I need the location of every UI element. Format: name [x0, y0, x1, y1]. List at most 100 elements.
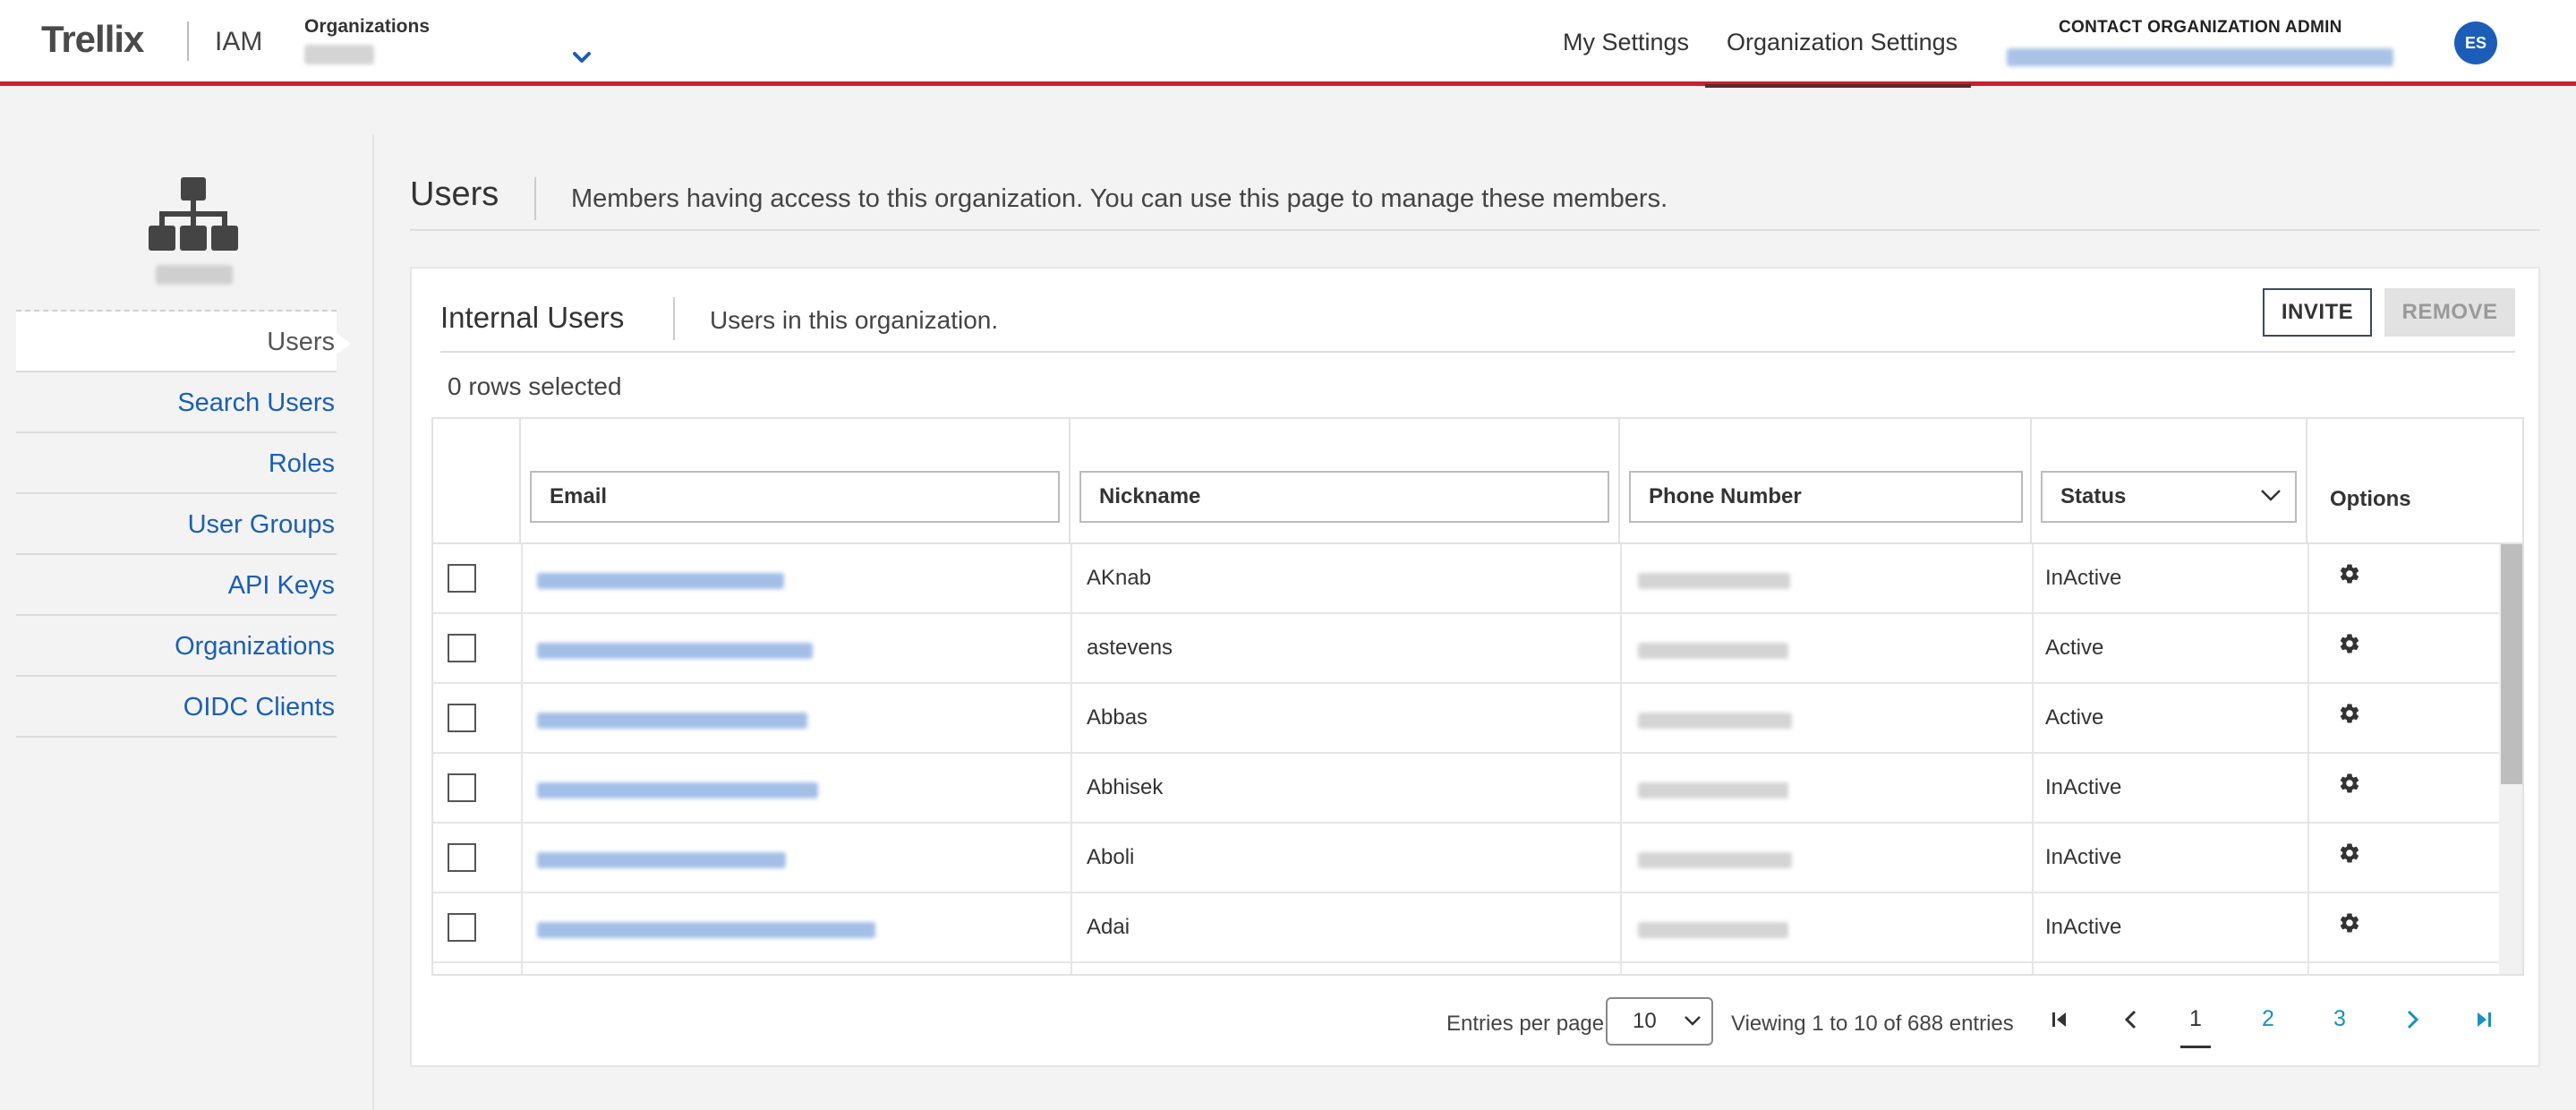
column-divider	[521, 963, 523, 974]
sidebar-item-roles[interactable]: Roles	[16, 433, 337, 494]
avatar[interactable]: ES	[2454, 21, 2497, 64]
contact-admin-email[interactable]	[2007, 48, 2393, 66]
organization-selector-value[interactable]	[304, 45, 374, 64]
row-checkbox[interactable]	[448, 564, 476, 593]
column-divider	[2307, 544, 2309, 614]
column-divider	[2307, 893, 2309, 963]
nickname-cell: Abhisek	[1087, 775, 1164, 799]
table-header: Email Nickname Phone Number Status Optio…	[433, 419, 2522, 544]
column-divider	[1070, 963, 1072, 974]
nav-my-settings[interactable]: My Settings	[1563, 29, 1689, 56]
entries-per-page-select[interactable]: 10	[1606, 997, 1713, 1046]
row-checkbox[interactable]	[448, 843, 476, 872]
contact-admin-title: CONTACT ORGANIZATION ADMIN	[2059, 18, 2342, 37]
status-cell: Active	[2045, 705, 2104, 730]
gear-icon[interactable]	[2338, 841, 2361, 865]
column-divider	[1620, 963, 1622, 974]
last-page-icon[interactable]	[2470, 1004, 2497, 1035]
email-cell[interactable]	[537, 852, 786, 868]
chevron-down-icon	[1685, 1016, 1701, 1026]
header-email-column: Email	[521, 419, 1070, 544]
next-page-icon[interactable]	[2399, 1004, 2426, 1035]
row-checkbox[interactable]	[448, 704, 476, 732]
header-checkbox-column	[433, 419, 521, 544]
page-2-link[interactable]: 2	[2250, 1006, 2286, 1032]
row-checkbox[interactable]	[448, 773, 476, 802]
column-divider	[1620, 893, 1622, 963]
table-scrollbar[interactable]	[2499, 544, 2522, 974]
nav-organization-settings[interactable]: Organization Settings	[1727, 29, 1958, 56]
gear-icon[interactable]	[2338, 772, 2361, 795]
email-cell[interactable]	[537, 782, 818, 798]
column-divider	[2032, 544, 2034, 614]
phone-cell	[1638, 573, 1790, 589]
email-cell[interactable]	[537, 713, 807, 729]
chevron-down-icon[interactable]	[569, 48, 594, 66]
table-row[interactable]: Aboli InActive	[433, 824, 2501, 893]
sidebar-item-api-keys[interactable]: API Keys	[16, 555, 337, 616]
nickname-cell: AKnab	[1087, 566, 1152, 590]
sidebar-item-oidc-clients[interactable]: OIDC Clients	[16, 677, 337, 738]
sidebar-item-users[interactable]: Users	[16, 312, 351, 372]
page-1-link[interactable]: 1	[2178, 1006, 2213, 1032]
status-filter-select[interactable]: Status	[2041, 471, 2297, 523]
viewing-entries-text: Viewing 1 to 10 of 688 entries	[1731, 1012, 2014, 1036]
sidebar-item-organizations[interactable]: Organizations	[16, 616, 337, 677]
users-table: Email Nickname Phone Number Status Optio…	[431, 417, 2524, 976]
card-title-divider	[673, 297, 675, 340]
column-divider	[2032, 754, 2034, 824]
sidebar-nav: Users Search Users Roles User Groups API…	[16, 310, 351, 738]
remove-button[interactable]: REMOVE	[2384, 288, 2515, 337]
table-row[interactable]: Abhisek InActive	[433, 754, 2501, 824]
email-cell[interactable]	[537, 922, 875, 938]
column-divider	[1070, 614, 1072, 684]
rows-selected-count: 0 rows selected	[448, 372, 622, 400]
gear-icon[interactable]	[2338, 632, 2361, 655]
column-divider	[1070, 684, 1072, 754]
column-divider	[521, 893, 523, 963]
sidebar-item-user-groups[interactable]: User Groups	[16, 494, 337, 555]
email-cell[interactable]	[537, 573, 784, 589]
email-filter-input[interactable]: Email	[530, 471, 1060, 523]
card-rule	[440, 351, 2515, 353]
page-title: Users	[410, 175, 499, 213]
table-row[interactable]: Abbas Active	[433, 684, 2501, 754]
trellix-logo[interactable]: Trellix	[41, 18, 144, 61]
column-divider	[521, 614, 523, 684]
entries-per-page-value: 10	[1633, 1009, 1657, 1033]
first-page-icon[interactable]	[2046, 1004, 2073, 1035]
invite-button[interactable]: INVITE	[2263, 288, 2372, 337]
page-3-link[interactable]: 3	[2322, 1006, 2358, 1032]
previous-page-icon[interactable]	[2118, 1004, 2145, 1035]
top-bar: Trellix IAM Organizations My Settings Or…	[0, 0, 2576, 88]
org-hierarchy-icon	[149, 177, 238, 251]
gear-icon[interactable]	[2338, 562, 2361, 585]
column-divider	[1620, 544, 1622, 614]
nickname-filter-input[interactable]: Nickname	[1079, 471, 1609, 523]
card-description: Users in this organization.	[710, 306, 999, 334]
phone-filter-input[interactable]: Phone Number	[1629, 471, 2023, 523]
column-divider	[2307, 684, 2309, 754]
nickname-cell: Aboli	[1087, 845, 1135, 869]
row-checkbox[interactable]	[448, 634, 476, 662]
header-status-column: Status	[2032, 419, 2307, 544]
row-checkbox[interactable]	[448, 913, 476, 942]
table-row[interactable]: astevens Active	[433, 614, 2501, 684]
phone-cell	[1638, 713, 1792, 729]
gear-icon[interactable]	[2338, 911, 2361, 935]
table-row[interactable]: Adai InActive	[433, 893, 2501, 963]
column-divider	[2032, 963, 2034, 974]
scrollbar-thumb[interactable]	[2501, 544, 2522, 784]
sidebar-item-search-users[interactable]: Search Users	[16, 372, 337, 433]
email-cell[interactable]	[537, 643, 813, 659]
sidebar-item-label: Search Users	[177, 388, 335, 417]
table-row[interactable]: AKnab InActive	[433, 544, 2501, 614]
status-cell: InActive	[2045, 845, 2122, 869]
phone-cell	[1638, 643, 1788, 659]
table-row-partial	[433, 963, 2501, 974]
active-nav-indicator	[1705, 84, 1971, 88]
sidebar: Users Search Users Roles User Groups API…	[16, 134, 374, 1110]
internal-users-card: Internal Users Users in this organizatio…	[410, 267, 2540, 1067]
gear-icon[interactable]	[2338, 702, 2361, 725]
page-description: Members having access to this organizati…	[571, 184, 1668, 213]
